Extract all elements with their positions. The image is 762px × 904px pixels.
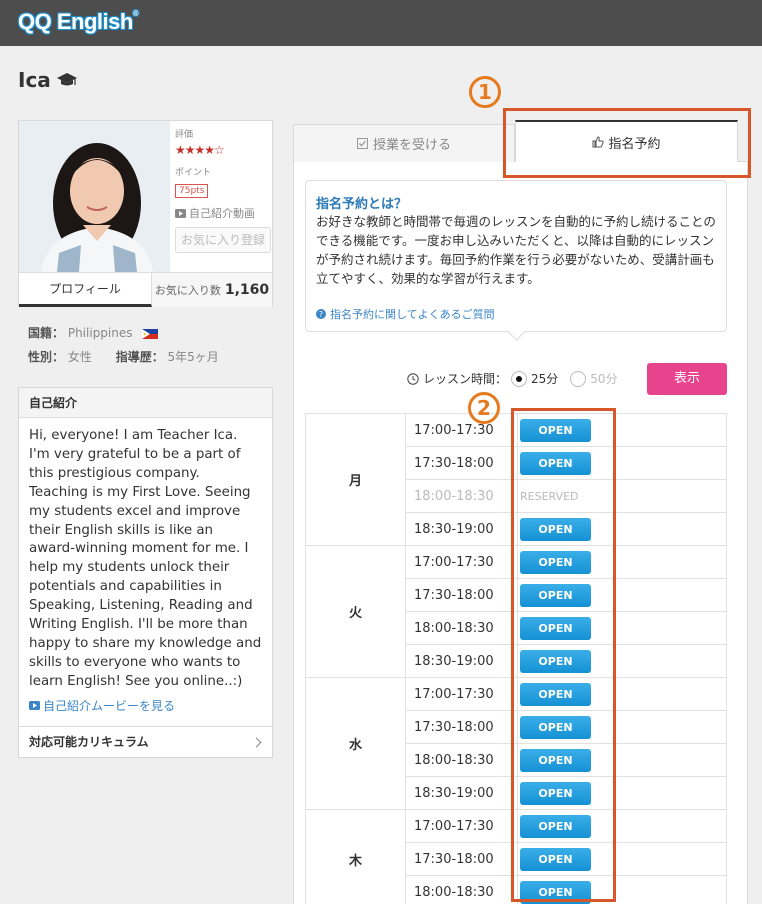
rating-label: 評価 [175,130,194,140]
self-intro-text: Hi, everyone! I am Teacher Ica. I'm very… [29,428,262,689]
info-title: 指名予約とは？ [316,197,408,212]
time-slot-label: 17:00-17:30 [405,545,518,579]
day-label: 木 [305,809,406,904]
annotation-box-open-slots [511,408,616,902]
gender-value: 女性 [67,350,92,364]
info-text: お好きな教師と時間帯で毎週のレッスンを自動的に予約し続けることのできる機能です。… [316,214,716,286]
video-icon [29,701,40,710]
time-slot-label: 17:30-18:00 [405,446,518,480]
radio-50-min[interactable] [570,370,587,387]
time-slot-label: 18:00-18:30 [405,875,518,904]
time-slot-label: 17:30-18:00 [405,710,518,744]
nationality-row: 国籍： Philippines [28,324,159,341]
reservation-info-box: 指名予約とは？ お好きな教師と時間帯で毎週のレッスンを自動的に予約し続けることの… [305,180,727,332]
clock-icon [407,372,419,385]
time-slot-label: 18:30-19:00 [405,512,518,546]
teacher-photo[interactable] [19,121,170,272]
lesson-length-selector: レッスン時間： 25分 50分 [407,370,618,387]
tab-take-lesson[interactable]: 授業を受ける [293,124,515,162]
tab-favorites-count[interactable]: お気に入り数 1,160 [152,273,272,307]
teacher-stats: 評価 ★★★★☆ ポイント 75pts 自己紹介動画 お気に入り登録 [175,127,271,253]
time-slot-label: 17:30-18:00 [405,578,518,612]
radio-25-label: 25分 [531,372,559,386]
time-slot-label: 18:00-18:30 [405,743,518,777]
teacher-name-heading: Ica [18,68,77,92]
intro-movie-link[interactable]: 自己紹介ムービーを見る [29,697,175,714]
qq-english-logo[interactable]: QQ English® [18,9,139,35]
top-bar: QQ English® [0,0,762,46]
time-slot-label: 18:00-18:30 [405,479,518,513]
points-badge: 75pts [175,184,209,198]
intro-video-link[interactable]: 自己紹介動画 [175,205,271,221]
favorites-count: 1,160 [224,282,270,298]
self-intro-panel: 自己紹介 Hi, everyone! I am Teacher Ica. I'm… [18,387,273,758]
teacher-portrait-icon [19,121,170,272]
time-slot-label: 18:30-19:00 [405,644,518,678]
show-button[interactable]: 表示 [647,363,727,395]
time-slot-label: 17:00-17:30 [405,677,518,711]
annotation-box-reservation-tab [503,108,751,178]
video-icon [175,208,186,218]
lesson-time-label: レッスン時間： [423,372,508,386]
radio-25-min[interactable] [511,370,528,387]
points-label: ポイント [175,168,212,178]
day-label: 火 [305,545,406,678]
teacher-name: Ica [18,68,51,92]
question-icon: ? [316,309,326,319]
annotation-number-2: 2 [468,392,500,424]
experience-value: 5年5ヶ月 [167,350,219,364]
faq-link[interactable]: ? 指名予約に関してよくあるご質問 [316,306,495,322]
profile-tabs: プロフィール お気に入り数 1,160 [19,272,272,307]
svg-text:?: ? [319,310,323,319]
graduation-cap-icon [56,73,77,86]
nationality-value: Philippines [67,326,133,340]
time-slot-label: 17:30-18:00 [405,842,518,876]
day-label: 水 [305,677,406,810]
time-slot-label: 18:00-18:30 [405,611,518,645]
time-slot-label: 18:30-19:00 [405,776,518,810]
tab-profile[interactable]: プロフィール [19,273,152,307]
radio-50-label: 50分 [590,372,618,386]
philippines-flag-icon [142,328,159,339]
profile-card: 評価 ★★★★☆ ポイント 75pts 自己紹介動画 お気に入り登録 プロフィー… [18,120,273,307]
time-slot-label: 17:00-17:30 [405,809,518,843]
day-label: 月 [305,413,406,546]
annotation-number-1: 1 [469,76,501,108]
time-slot-label: 17:00-17:30 [405,413,518,447]
checkbox-icon [356,138,368,149]
self-intro-heading: 自己紹介 [19,388,272,418]
curriculum-link[interactable]: 対応可能カリキュラム [19,726,272,758]
gender-experience-row: 性別： 女性 指導歴： 5年5ヶ月 [28,350,219,364]
add-favorite-button[interactable]: お気に入り登録 [175,227,271,253]
chevron-right-icon [251,737,262,748]
rating-stars-icon: ★★★★☆ [175,143,225,157]
